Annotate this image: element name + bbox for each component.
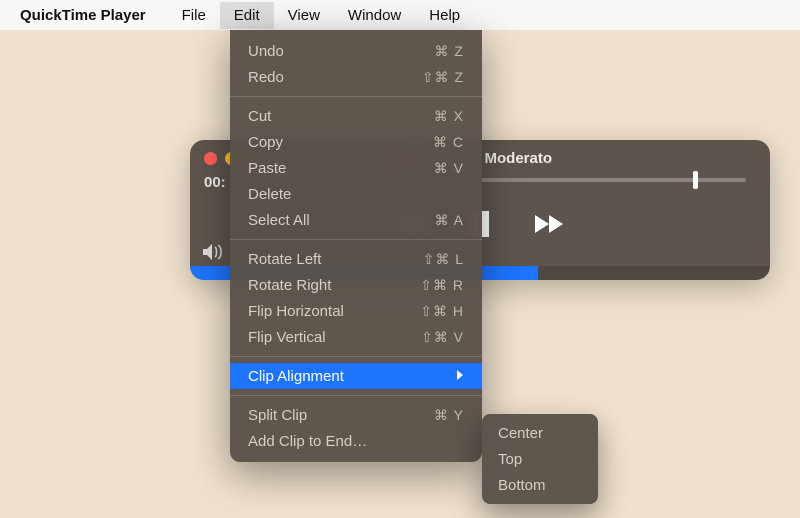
menu-item-cut[interactable]: Cut⌘ X (230, 103, 482, 129)
menu-help[interactable]: Help (415, 2, 474, 29)
menu-item-paste[interactable]: Paste⌘ V (230, 155, 482, 181)
edit-menu-dropdown: Undo⌘ Z Redo⇧⌘ Z Cut⌘ X Copy⌘ C Paste⌘ V… (230, 30, 482, 462)
menu-separator (230, 356, 482, 357)
menu-item-rotate-right[interactable]: Rotate Right⇧⌘ R (230, 272, 482, 298)
menu-item-rotate-left[interactable]: Rotate Left⇧⌘ L (230, 246, 482, 272)
menu-item-flip-horizontal[interactable]: Flip Horizontal⇧⌘ H (230, 298, 482, 324)
menu-edit[interactable]: Edit (220, 2, 274, 29)
player-timecode: 00: (204, 174, 226, 191)
menu-item-undo[interactable]: Undo⌘ Z (230, 38, 482, 64)
menu-item-split-clip[interactable]: Split Clip⌘ Y (230, 402, 482, 428)
submenu-item-bottom[interactable]: Bottom (482, 472, 598, 498)
app-name: QuickTime Player (12, 3, 154, 28)
menu-item-add-clip-to-end[interactable]: Add Clip to End… (230, 428, 482, 454)
menu-item-delete[interactable]: Delete (230, 181, 482, 207)
menu-window[interactable]: Window (334, 2, 415, 29)
menu-item-flip-vertical[interactable]: Flip Vertical⇧⌘ V (230, 324, 482, 350)
menu-view[interactable]: View (274, 2, 334, 29)
clip-alignment-submenu: Center Top Bottom (482, 414, 598, 504)
scrub-thumb[interactable] (693, 171, 698, 189)
menu-item-select-all[interactable]: Select All⌘ A (230, 207, 482, 233)
submenu-item-center[interactable]: Center (482, 420, 598, 446)
menu-item-clip-alignment[interactable]: Clip Alignment (230, 363, 482, 389)
menu-separator (230, 96, 482, 97)
chevron-right-icon (456, 368, 464, 385)
menu-separator (230, 395, 482, 396)
submenu-item-top[interactable]: Top (482, 446, 598, 472)
volume-icon[interactable] (202, 243, 224, 266)
menu-file[interactable]: File (168, 2, 220, 29)
menu-item-copy[interactable]: Copy⌘ C (230, 129, 482, 155)
menu-item-redo[interactable]: Redo⇧⌘ Z (230, 64, 482, 90)
menu-separator (230, 239, 482, 240)
fast-forward-button[interactable] (531, 213, 565, 240)
menu-bar: QuickTime Player File Edit View Window H… (0, 0, 800, 30)
